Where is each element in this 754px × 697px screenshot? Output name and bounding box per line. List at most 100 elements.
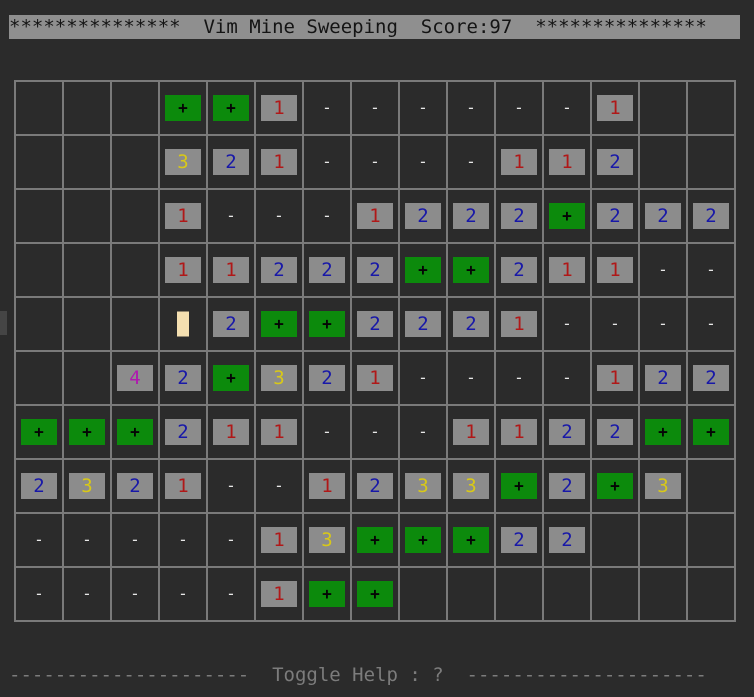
board-cell[interactable]: 2 <box>544 460 590 512</box>
board-cell[interactable]: - <box>304 82 350 134</box>
board-cell[interactable]: - <box>544 82 590 134</box>
board-cell[interactable]: 1 <box>496 406 542 458</box>
board-cell[interactable]: 2 <box>496 244 542 296</box>
board-cell[interactable]: + <box>304 568 350 620</box>
board-cell[interactable] <box>64 298 110 350</box>
board-cell[interactable]: - <box>256 460 302 512</box>
board-cell[interactable]: - <box>448 82 494 134</box>
board-cell[interactable]: - <box>16 514 62 566</box>
board-cell[interactable]: + <box>16 406 62 458</box>
board-cell[interactable]: 2 <box>208 298 254 350</box>
board-cell[interactable]: - <box>544 298 590 350</box>
board-cell[interactable]: 2 <box>352 298 398 350</box>
board-cell[interactable]: 2 <box>400 298 446 350</box>
board-cell[interactable]: 1 <box>352 352 398 404</box>
board-cell[interactable]: + <box>64 406 110 458</box>
board-cell[interactable] <box>64 352 110 404</box>
board-cell[interactable] <box>16 244 62 296</box>
board-cell[interactable]: - <box>496 82 542 134</box>
board-cell[interactable]: - <box>448 352 494 404</box>
board-cell[interactable]: 1 <box>208 244 254 296</box>
board-cell[interactable] <box>64 136 110 188</box>
board-cell[interactable]: 3 <box>640 460 686 512</box>
board-cell[interactable]: 2 <box>352 460 398 512</box>
board-cell[interactable] <box>112 244 158 296</box>
board-cell[interactable]: + <box>688 406 734 458</box>
board-cell[interactable]: 2 <box>640 190 686 242</box>
board-cell[interactable]: - <box>544 352 590 404</box>
board-cell[interactable]: 2 <box>160 352 206 404</box>
board-cell[interactable]: 2 <box>304 352 350 404</box>
board-cell[interactable]: - <box>208 460 254 512</box>
board-cell[interactable]: - <box>256 190 302 242</box>
board-cell[interactable] <box>64 82 110 134</box>
board-cell[interactable]: - <box>448 136 494 188</box>
board-cell[interactable] <box>592 514 638 566</box>
board-cell[interactable]: - <box>688 298 734 350</box>
board-cell[interactable]: 1 <box>592 244 638 296</box>
board-cell[interactable]: 3 <box>448 460 494 512</box>
board-cell[interactable] <box>16 136 62 188</box>
board-cell[interactable] <box>64 190 110 242</box>
board-cell[interactable]: 1 <box>496 136 542 188</box>
board-cell[interactable]: 2 <box>688 190 734 242</box>
board-cell[interactable]: - <box>112 514 158 566</box>
board-cell[interactable]: - <box>64 568 110 620</box>
board-cell[interactable]: 1 <box>448 406 494 458</box>
board-cell[interactable] <box>640 136 686 188</box>
board-cell[interactable]: 2 <box>256 244 302 296</box>
board-cell[interactable]: + <box>352 568 398 620</box>
board-cell[interactable]: - <box>592 298 638 350</box>
board-cell[interactable]: - <box>112 568 158 620</box>
board-cell[interactable]: + <box>544 190 590 242</box>
board-cell[interactable] <box>112 190 158 242</box>
board-cell[interactable]: + <box>592 460 638 512</box>
board-cell[interactable]: 2 <box>16 460 62 512</box>
board-cell[interactable]: 2 <box>640 352 686 404</box>
board-cell[interactable]: + <box>112 406 158 458</box>
board-cell[interactable]: 2 <box>208 136 254 188</box>
board-cell[interactable]: 1 <box>208 406 254 458</box>
board-cell[interactable]: 2 <box>352 244 398 296</box>
board-cell[interactable]: 2 <box>496 190 542 242</box>
help-toggle-line[interactable]: --------------------- Toggle Help : ? --… <box>9 663 744 687</box>
board-cell[interactable]: + <box>208 82 254 134</box>
board-cell[interactable]: + <box>208 352 254 404</box>
board-cell[interactable]: 3 <box>304 514 350 566</box>
board-cell[interactable]: - <box>16 568 62 620</box>
board-cell[interactable]: + <box>352 514 398 566</box>
board-cell[interactable]: 4 <box>112 352 158 404</box>
board-cell[interactable]: - <box>208 190 254 242</box>
board-cell[interactable] <box>112 136 158 188</box>
board-cell[interactable]: + <box>256 298 302 350</box>
board-cell[interactable]: 2 <box>592 406 638 458</box>
board-cell[interactable] <box>688 82 734 134</box>
board-cell[interactable]: 2 <box>160 406 206 458</box>
minefield-grid[interactable]: + +1- - - - - -1 3 2 1- - - -1 1 2 1- - -1 2 2 2 +2 2 2 1 1 2 2 2 + +2… <box>14 80 736 622</box>
board-cell[interactable] <box>640 514 686 566</box>
board-cell[interactable]: 2 <box>496 514 542 566</box>
board-cell[interactable]: 1 <box>256 136 302 188</box>
board-cell[interactable]: 2 <box>400 190 446 242</box>
board-cell[interactable]: 3 <box>256 352 302 404</box>
board-cell[interactable]: 1 <box>256 514 302 566</box>
board-cell[interactable]: - <box>640 244 686 296</box>
board-cell[interactable]: 2 <box>112 460 158 512</box>
board-cell[interactable]: 3 <box>160 136 206 188</box>
board-cell[interactable]: + <box>160 82 206 134</box>
board-cell[interactable]: - <box>400 352 446 404</box>
board-cell[interactable] <box>16 298 62 350</box>
board-cell[interactable]: 2 <box>592 136 638 188</box>
board-cell[interactable] <box>688 568 734 620</box>
board-cell[interactable]: 1 <box>160 190 206 242</box>
board-cell[interactable]: 2 <box>592 190 638 242</box>
board-cell[interactable] <box>400 568 446 620</box>
board-cell[interactable] <box>688 136 734 188</box>
board-cell[interactable]: - <box>496 352 542 404</box>
board-cell[interactable]: - <box>208 514 254 566</box>
board-cell[interactable]: 2 <box>544 406 590 458</box>
board-cell[interactable] <box>688 514 734 566</box>
board-cell[interactable] <box>688 460 734 512</box>
board-cell[interactable]: + <box>448 244 494 296</box>
board-cell[interactable]: 1 <box>592 352 638 404</box>
